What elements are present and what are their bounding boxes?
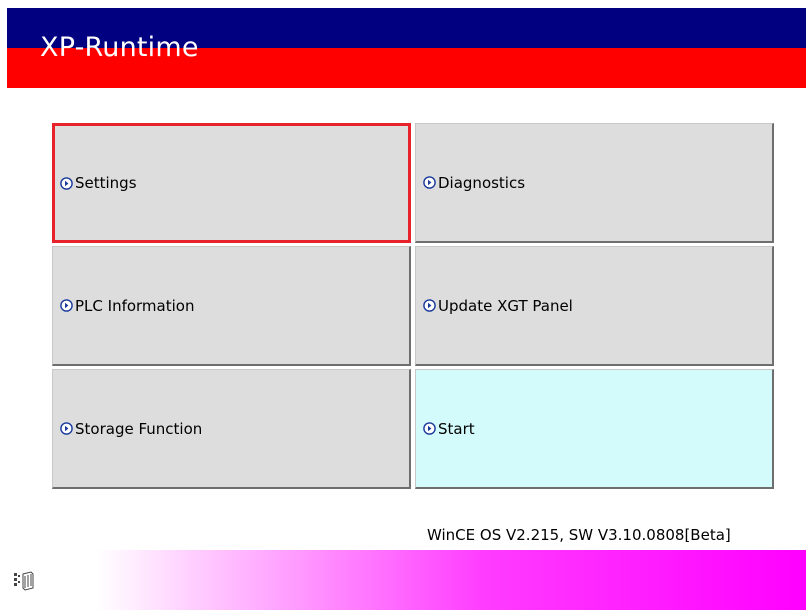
circle-arrow-right-icon bbox=[423, 422, 436, 435]
circle-arrow-right-icon bbox=[60, 299, 73, 312]
settings-button-label: Settings bbox=[75, 174, 137, 192]
app-title: XP-Runtime bbox=[40, 32, 199, 63]
update-xgt-panel-button[interactable]: Update XGT Panel bbox=[415, 246, 774, 366]
storage-function-button-label: Storage Function bbox=[75, 419, 203, 438]
plc-information-button-label: PLC Information bbox=[75, 296, 195, 315]
circle-arrow-right-icon bbox=[423, 299, 436, 312]
start-button[interactable]: Start bbox=[415, 369, 774, 489]
keyboard-icon[interactable] bbox=[13, 571, 35, 591]
app-header: XP-Runtime bbox=[7, 8, 806, 88]
start-button-label: Start bbox=[438, 419, 475, 438]
footer-bar bbox=[0, 550, 806, 610]
storage-function-button[interactable]: Storage Function bbox=[52, 369, 411, 489]
plc-information-button[interactable]: PLC Information bbox=[52, 246, 411, 366]
update-xgt-panel-button-label: Update XGT Panel bbox=[438, 296, 573, 315]
diagnostics-button[interactable]: Diagnostics bbox=[415, 123, 774, 243]
circle-arrow-right-icon bbox=[423, 176, 436, 189]
diagnostics-button-label: Diagnostics bbox=[438, 173, 526, 192]
version-info: WinCE OS V2.215, SW V3.10.0808[Beta] bbox=[427, 526, 731, 544]
circle-arrow-right-icon bbox=[60, 422, 73, 435]
settings-button[interactable]: Settings bbox=[52, 123, 411, 243]
circle-arrow-right-icon bbox=[60, 176, 73, 190]
main-menu: Settings Diagnostics PLC Information Upd… bbox=[52, 123, 776, 490]
